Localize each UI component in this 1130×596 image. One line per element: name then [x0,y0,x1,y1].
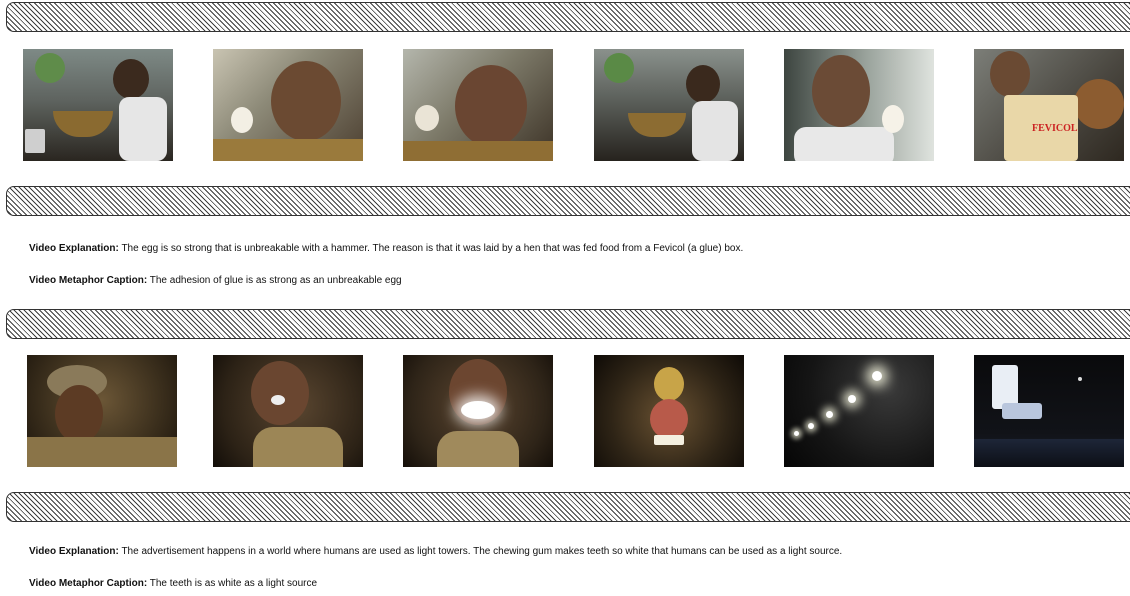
ad1-frame-6: FEVICOL [974,49,1124,161]
caption-text: The adhesion of glue is as strong as an … [147,275,402,286]
hatched-divider-3 [6,309,1130,339]
ad1-frame-3 [403,49,553,161]
caption-label: Video Metaphor Caption: [29,578,148,589]
ad2-explanation: Video Explanation: The advertisement hap… [29,546,842,557]
ad1-frame-strip: FEVICOL [0,49,1130,163]
ad2-frame-1 [27,355,177,467]
ad1-frame-1 [23,49,173,161]
hatched-divider-2 [6,186,1130,216]
explanation-label: Video Explanation: [29,243,119,254]
ad2-frame-strip [0,355,1130,469]
ad1-caption: Video Metaphor Caption: The adhesion of … [29,275,402,286]
caption-label: Video Metaphor Caption: [29,275,148,286]
ad1-frame-2 [213,49,363,161]
ad2-frame-3 [403,355,553,467]
ad2-caption: Video Metaphor Caption: The teeth is as … [29,578,317,589]
ad1-frame-4 [594,49,744,161]
explanation-text: The advertisement happens in a world whe… [118,546,843,557]
fevicol-logo-text: FEVICOL [1032,123,1078,134]
hatched-divider-4 [6,492,1130,522]
ad1-frame-5 [784,49,934,161]
ad2-frame-2 [213,355,363,467]
caption-text: The teeth is as white as a light source [147,578,318,589]
explanation-text: The egg is so strong that is unbreakable… [118,243,744,254]
ad2-frame-5 [784,355,934,467]
hatched-divider-1 [6,2,1130,32]
ad2-frame-4 [594,355,744,467]
ad2-frame-6 [974,355,1124,467]
ad1-explanation: Video Explanation: The egg is so strong … [29,243,743,254]
explanation-label: Video Explanation: [29,546,119,557]
